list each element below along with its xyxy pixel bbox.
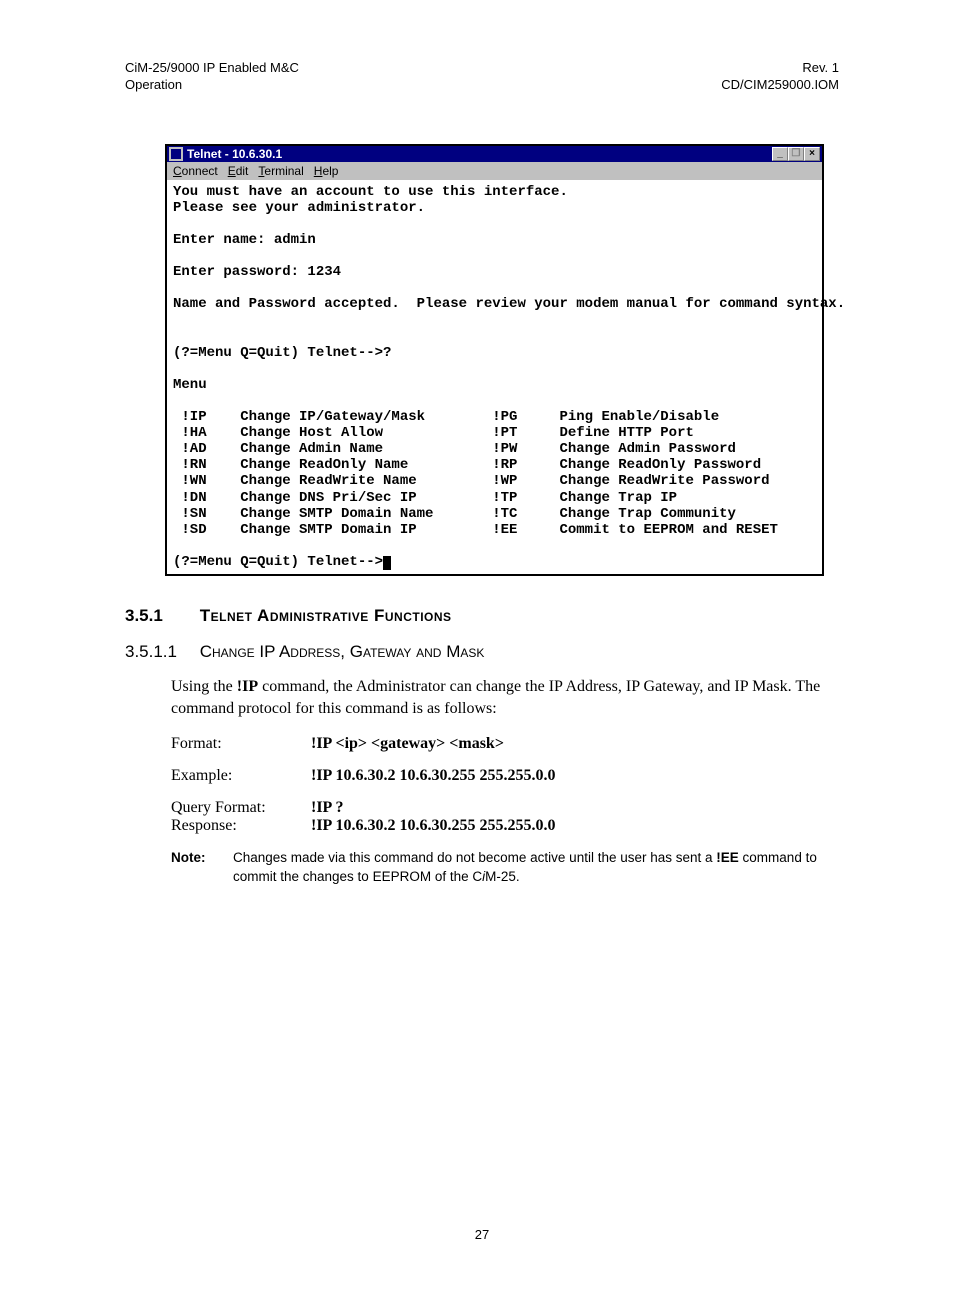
section-title: Telnet Administrative Functions: [200, 606, 452, 625]
example-label: Example:: [171, 767, 311, 785]
menu-connect[interactable]: Connect: [173, 164, 218, 178]
menu-edit[interactable]: Edit: [228, 164, 249, 178]
section-number: 3.5.1: [125, 606, 195, 626]
term-menu-row: !HA Change Host Allow !PT Define HTTP Po…: [173, 425, 694, 441]
telnet-icon: [169, 147, 183, 161]
term-menu-row: !IP Change IP/Gateway/Mask !PG Ping Enab…: [173, 409, 719, 425]
menu-help[interactable]: Help: [314, 164, 339, 178]
term-line: Name and Password accepted. Please revie…: [173, 296, 845, 312]
window-menubar: Connect Edit Terminal Help: [167, 162, 822, 180]
term-line: You must have an account to use this int…: [173, 184, 568, 200]
terminal-body[interactable]: You must have an account to use this int…: [167, 180, 822, 574]
header-right-line1: Rev. 1: [802, 60, 839, 75]
window-titlebar: Telnet - 10.6.30.1 _ ❐ ×: [167, 146, 822, 162]
note-label: Note:: [171, 849, 217, 887]
restore-button[interactable]: ❐: [788, 147, 804, 161]
term-menu-row: !RN Change ReadOnly Name !RP Change Read…: [173, 457, 761, 473]
term-menu-row: !SD Change SMTP Domain IP !EE Commit to …: [173, 522, 778, 538]
text: command, the Administrator can change th…: [171, 678, 820, 717]
body-paragraph: Using the !IP command, the Administrator…: [171, 676, 839, 719]
format-label: Format:: [171, 735, 311, 753]
header-left-line2: Operation: [125, 77, 182, 92]
query-value: !IP ?: [311, 799, 343, 817]
term-menu-row: !WN Change ReadWrite Name !WP Change Rea…: [173, 473, 770, 489]
close-button[interactable]: ×: [804, 147, 820, 161]
example-value: !IP 10.6.30.2 10.6.30.255 255.255.0.0: [311, 767, 555, 785]
format-value: !IP <ip> <gateway> <mask>: [311, 735, 504, 753]
section-title: Change IP Address, Gateway and Mask: [200, 642, 485, 661]
page-header: CiM-25/9000 IP Enabled M&C Operation Rev…: [125, 60, 839, 94]
note-block: Note: Changes made via this command do n…: [171, 849, 839, 887]
text: Using the: [171, 678, 237, 695]
term-menu-row: !SN Change SMTP Domain Name !TC Change T…: [173, 506, 736, 522]
term-menu-row: !AD Change Admin Name !PW Change Admin P…: [173, 441, 736, 457]
command-ip: !IP: [237, 678, 258, 695]
term-prompt: (?=Menu Q=Quit) Telnet-->?: [173, 345, 391, 361]
header-right-line2: CD/CIM259000.IOM: [721, 77, 839, 92]
response-value: !IP 10.6.30.2 10.6.30.255 255.255.0.0: [311, 817, 555, 835]
section-heading-3511: 3.5.1.1 Change IP Address, Gateway and M…: [125, 642, 839, 662]
command-ee: !EE: [716, 850, 739, 865]
menu-terminal[interactable]: Terminal: [258, 164, 303, 178]
term-line: Enter password: 1234: [173, 264, 341, 280]
section-heading-351: 3.5.1 Telnet Administrative Functions: [125, 606, 839, 626]
text: Changes made via this command do not bec…: [233, 850, 716, 865]
header-left-line1: CiM-25/9000 IP Enabled M&C: [125, 60, 299, 75]
term-prompt: (?=Menu Q=Quit) Telnet-->: [173, 554, 383, 570]
note-text: Changes made via this command do not bec…: [233, 849, 839, 887]
query-label: Query Format:: [171, 799, 311, 817]
telnet-window: Telnet - 10.6.30.1 _ ❐ × Connect Edit Te…: [165, 144, 824, 576]
window-title: Telnet - 10.6.30.1: [187, 147, 282, 161]
response-label: Response:: [171, 817, 311, 835]
term-line: Enter name: admin: [173, 232, 316, 248]
term-menu-label: Menu: [173, 377, 207, 393]
text: M-25.: [485, 869, 520, 884]
cursor-icon: [383, 556, 391, 570]
section-number: 3.5.1.1: [125, 642, 195, 662]
term-menu-row: !DN Change DNS Pri/Sec IP !TP Change Tra…: [173, 490, 677, 506]
command-table: Format: !IP <ip> <gateway> <mask> Exampl…: [171, 735, 839, 835]
minimize-button[interactable]: _: [772, 147, 788, 161]
term-line: Please see your administrator.: [173, 200, 425, 216]
